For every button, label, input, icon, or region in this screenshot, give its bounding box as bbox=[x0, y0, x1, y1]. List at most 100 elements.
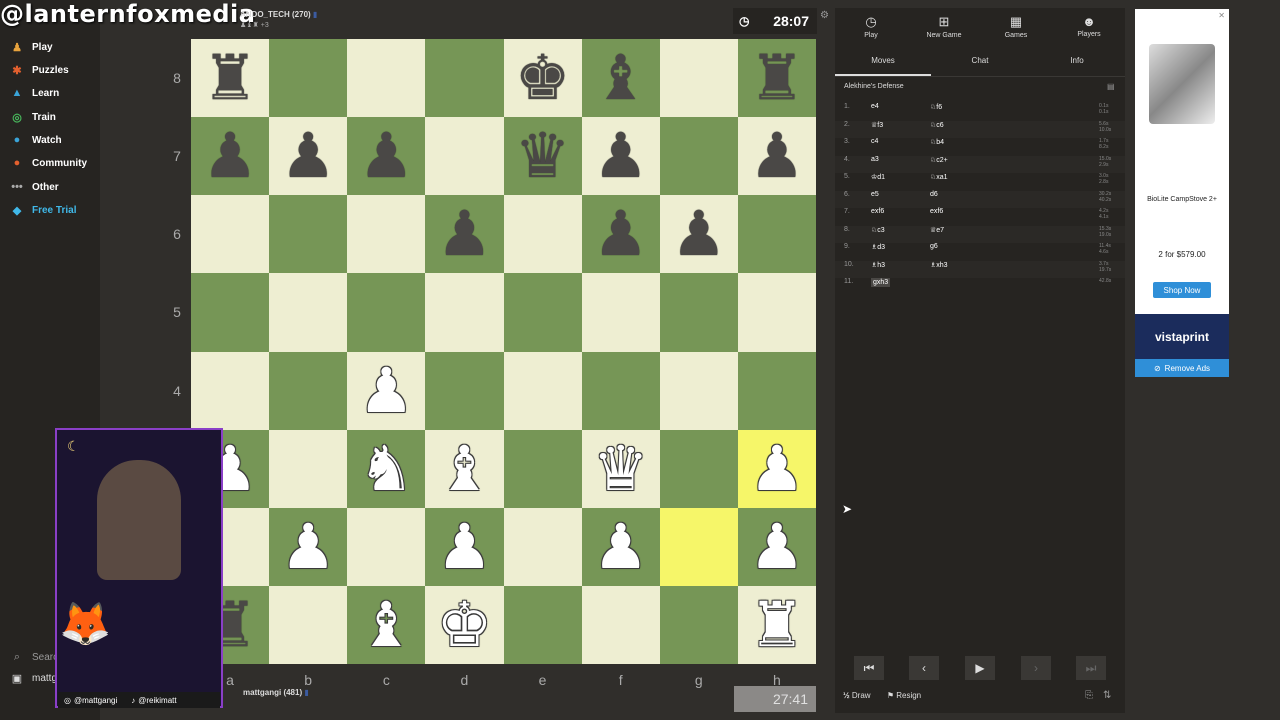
square-b3[interactable] bbox=[269, 429, 348, 508]
square-d8[interactable] bbox=[425, 39, 504, 118]
white-move[interactable]: a3 bbox=[871, 156, 879, 163]
square-d6[interactable]: ♟ bbox=[425, 195, 504, 274]
square-h5[interactable] bbox=[737, 273, 816, 352]
black-queen-piece[interactable]: ♛ bbox=[515, 125, 571, 187]
square-f6[interactable]: ♟ bbox=[581, 195, 660, 274]
square-c5[interactable] bbox=[347, 273, 426, 352]
square-h1[interactable]: ♜ bbox=[737, 585, 816, 664]
square-e7[interactable]: ♛ bbox=[503, 117, 582, 196]
square-e4[interactable] bbox=[503, 351, 582, 430]
black-bishop-piece[interactable]: ♝ bbox=[593, 47, 649, 109]
square-a7[interactable]: ♟ bbox=[191, 117, 270, 196]
subtab-chat[interactable]: Chat bbox=[932, 56, 1028, 65]
black-move[interactable]: ♘c2+ bbox=[930, 156, 948, 164]
black-pawn-piece[interactable]: ♟ bbox=[202, 125, 258, 187]
square-d2[interactable]: ♟ bbox=[425, 507, 504, 586]
black-move[interactable]: ♘f6 bbox=[930, 103, 942, 111]
nav-community[interactable]: ● Community bbox=[10, 153, 87, 173]
bottom-player-name[interactable]: mattgangi (481) bbox=[243, 688, 302, 697]
square-a4[interactable] bbox=[191, 351, 270, 430]
square-g4[interactable] bbox=[659, 351, 738, 430]
nav-watch[interactable]: ● Watch bbox=[10, 130, 62, 150]
square-e2[interactable] bbox=[503, 507, 582, 586]
square-b2[interactable]: ♟ bbox=[269, 507, 348, 586]
last-move-button[interactable]: ⏭ bbox=[1076, 656, 1106, 680]
white-knight-piece[interactable]: ♞ bbox=[359, 437, 415, 500]
black-move[interactable]: ♘b4 bbox=[930, 138, 944, 146]
square-a8[interactable]: ♜ bbox=[191, 39, 270, 118]
white-queen-piece[interactable]: ♛ bbox=[593, 437, 649, 500]
square-h6[interactable] bbox=[737, 195, 816, 274]
white-bishop-piece[interactable]: ♝ bbox=[359, 593, 415, 656]
white-king-piece[interactable]: ♚ bbox=[437, 593, 493, 656]
square-g3[interactable] bbox=[659, 429, 738, 508]
black-move[interactable]: g6 bbox=[930, 243, 938, 250]
square-g2[interactable] bbox=[659, 507, 738, 586]
tab-players[interactable]: ☻ Players bbox=[1053, 14, 1125, 38]
square-f3[interactable]: ♛ bbox=[581, 429, 660, 508]
black-king-piece[interactable]: ♚ bbox=[515, 47, 571, 109]
nav-learn[interactable]: ▲ Learn bbox=[10, 83, 60, 103]
square-e5[interactable] bbox=[503, 273, 582, 352]
square-f2[interactable]: ♟ bbox=[581, 507, 660, 586]
flip-board-icon[interactable]: ⇅ bbox=[1103, 690, 1111, 701]
square-g1[interactable] bbox=[659, 585, 738, 664]
square-d1[interactable]: ♚ bbox=[425, 585, 504, 664]
square-h8[interactable]: ♜ bbox=[737, 39, 816, 118]
square-c4[interactable]: ♟ bbox=[347, 351, 426, 430]
square-b6[interactable] bbox=[269, 195, 348, 274]
nav-free-trial[interactable]: ◆ Free Trial bbox=[10, 200, 77, 220]
square-h3[interactable]: ♟ bbox=[737, 429, 816, 508]
square-d4[interactable] bbox=[425, 351, 504, 430]
square-b4[interactable] bbox=[269, 351, 348, 430]
black-rook-piece[interactable]: ♜ bbox=[749, 47, 805, 109]
white-pawn-piece[interactable]: ♟ bbox=[593, 515, 649, 578]
white-rook-piece[interactable]: ♜ bbox=[749, 593, 805, 656]
opening-name[interactable]: Alekhine's Defense bbox=[844, 83, 904, 90]
white-move[interactable]: e4 bbox=[871, 103, 879, 110]
next-move-button[interactable]: › bbox=[1021, 656, 1051, 680]
black-move[interactable]: ♘xa1 bbox=[930, 173, 948, 181]
square-e6[interactable] bbox=[503, 195, 582, 274]
square-g8[interactable] bbox=[659, 39, 738, 118]
nav-other[interactable]: ••• Other bbox=[10, 177, 58, 197]
resign-button[interactable]: ⚑ Resign bbox=[887, 691, 921, 700]
square-c8[interactable] bbox=[347, 39, 426, 118]
square-b8[interactable] bbox=[269, 39, 348, 118]
remove-ads-button[interactable]: ⊘ Remove Ads bbox=[1135, 359, 1229, 377]
subtab-moves[interactable]: Moves bbox=[835, 56, 931, 65]
black-pawn-piece[interactable]: ♟ bbox=[280, 125, 336, 187]
square-d7[interactable] bbox=[425, 117, 504, 196]
nav-play[interactable]: ♟ Play bbox=[10, 37, 53, 57]
square-d5[interactable] bbox=[425, 273, 504, 352]
square-d3[interactable]: ♝ bbox=[425, 429, 504, 508]
white-pawn-piece[interactable]: ♟ bbox=[280, 515, 336, 578]
white-pawn-piece[interactable]: ♟ bbox=[359, 359, 415, 422]
first-move-button[interactable]: ⏮ bbox=[854, 656, 884, 680]
draw-button[interactable]: ½ Draw bbox=[843, 691, 871, 700]
black-move[interactable]: ♕e7 bbox=[930, 226, 944, 234]
black-move[interactable]: d6 bbox=[930, 191, 938, 198]
white-move[interactable]: ♘c3 bbox=[871, 226, 885, 234]
square-e8[interactable]: ♚ bbox=[503, 39, 582, 118]
black-rook-piece[interactable]: ♜ bbox=[202, 47, 258, 109]
tab-new-game[interactable]: ⊞ New Game bbox=[908, 14, 980, 39]
black-pawn-piece[interactable]: ♟ bbox=[749, 125, 805, 187]
square-g7[interactable] bbox=[659, 117, 738, 196]
clipboard-icon[interactable]: ▤ bbox=[1107, 82, 1115, 91]
square-g6[interactable]: ♟ bbox=[659, 195, 738, 274]
square-h7[interactable]: ♟ bbox=[737, 117, 816, 196]
ad-banner[interactable]: ✕ BioLite CampStove 2+ 2 for $579.00 Sho… bbox=[1135, 9, 1229, 377]
square-b1[interactable] bbox=[269, 585, 348, 664]
black-pawn-piece[interactable]: ♟ bbox=[593, 125, 649, 187]
square-a5[interactable] bbox=[191, 273, 270, 352]
black-pawn-piece[interactable]: ♟ bbox=[671, 203, 727, 265]
nav-train[interactable]: ◎ Train bbox=[10, 107, 56, 127]
black-pawn-piece[interactable]: ♟ bbox=[359, 125, 415, 187]
white-move[interactable]: ♔d1 bbox=[871, 173, 885, 181]
square-f1[interactable] bbox=[581, 585, 660, 664]
black-move[interactable]: exf6 bbox=[930, 208, 943, 215]
square-b7[interactable]: ♟ bbox=[269, 117, 348, 196]
close-icon[interactable]: ✕ bbox=[1218, 11, 1225, 20]
black-pawn-piece[interactable]: ♟ bbox=[593, 203, 649, 265]
